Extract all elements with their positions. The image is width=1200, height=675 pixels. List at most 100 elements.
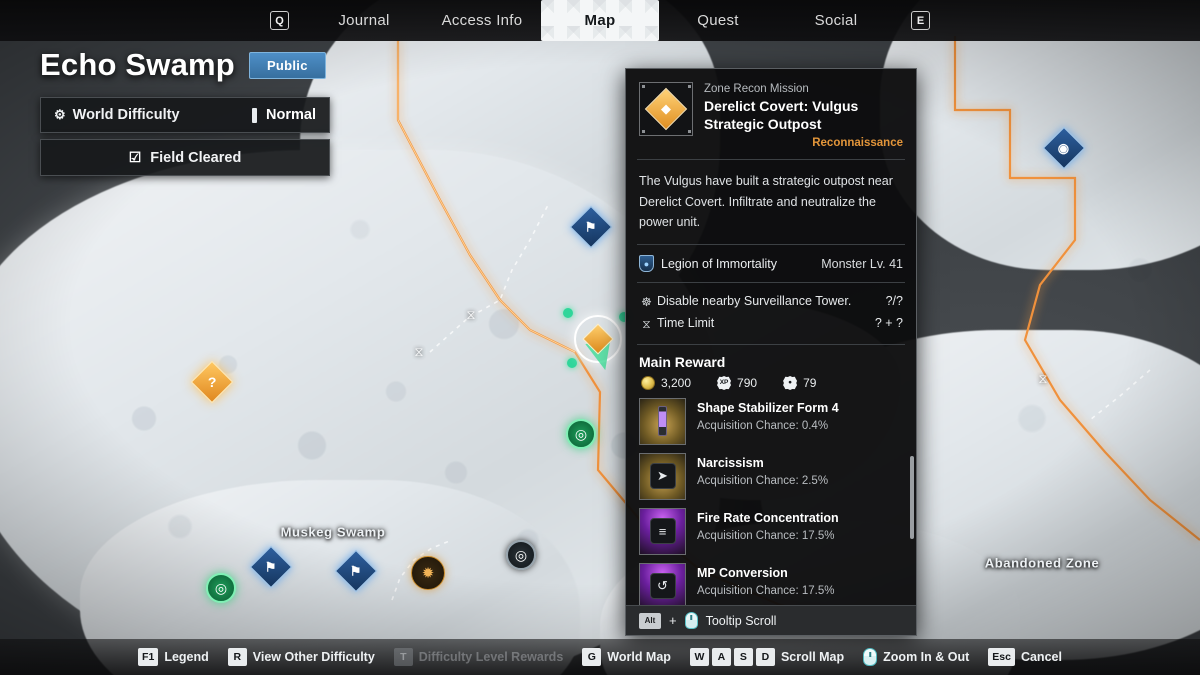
hint-label: Cancel <box>1021 650 1062 664</box>
signal-marker[interactable]: ◉ <box>1049 133 1079 163</box>
recon-mission-icon: ◆ <box>645 88 687 130</box>
mission-description: The Vulgus have built a strategic outpos… <box>626 160 916 244</box>
surveillance-tower-icon: ⧖ <box>466 307 475 323</box>
token-badge-icon: ● <box>783 376 797 390</box>
mission-kicker: Zone Recon Mission <box>704 82 903 97</box>
module-chip-icon: ≡ <box>650 518 676 544</box>
objective-icon: ☸ <box>639 292 654 313</box>
mission-tooltip-panel: ◆ Zone Recon Mission Derelict Covert: Vu… <box>625 68 917 636</box>
map-region-label: Muskeg Swamp <box>281 525 386 540</box>
reward-item-chance: Acquisition Chance: 17.5% <box>697 530 839 542</box>
hint-label: Scroll Map <box>781 650 844 664</box>
reward-item-chance: Acquisition Chance: 17.5% <box>697 585 834 597</box>
field-cleared-group: ☑ Field Cleared <box>129 149 242 166</box>
wasd-key-group: WASD <box>690 648 775 666</box>
difficulty-level-bar-icon <box>252 108 257 123</box>
hint-view-other-difficulty[interactable]: RView Other Difficulty <box>228 648 375 666</box>
outpost-marker-active[interactable]: ◎ <box>566 419 596 449</box>
reward-item-icon: ≡ <box>639 508 686 555</box>
mission-marker-unknown[interactable]: ? <box>197 367 227 397</box>
mission-header: ◆ Zone Recon Mission Derelict Covert: Vu… <box>626 69 916 159</box>
rewards-header: Main Reward <box>626 345 916 375</box>
compass-marker[interactable]: ✹ <box>411 556 445 590</box>
marker-glyph-icon: ⚑ <box>350 565 362 578</box>
currency-token: ● 79 <box>783 376 816 390</box>
tooltip-scroll-label: Tooltip Scroll <box>706 614 777 628</box>
key-cap: F1 <box>138 648 158 666</box>
objective-value: ?/? <box>886 291 903 313</box>
tooltip-scrollbar-thumb[interactable] <box>910 456 914 539</box>
mission-header-text: Zone Recon Mission Derelict Covert: Vulg… <box>704 82 903 149</box>
hint-scroll-map[interactable]: WASD Scroll Map <box>690 648 844 666</box>
currency-value: 790 <box>737 376 757 390</box>
hint-legend[interactable]: F1 Legend <box>138 648 209 666</box>
reward-item-text: NarcissismAcquisition Chance: 2.5% <box>697 453 828 487</box>
currency-value: 79 <box>803 376 816 390</box>
nav-next-key[interactable]: E <box>911 11 930 30</box>
map-region-label: Abandoned Zone <box>985 556 1100 571</box>
reward-item[interactable]: ➤ NarcissismAcquisition Chance: 2.5% <box>639 453 903 500</box>
world-difficulty-label: World Difficulty <box>73 107 180 123</box>
currency-xp: XP 790 <box>717 376 757 390</box>
key-cap: S <box>734 648 753 666</box>
outpost-marker-active[interactable]: ◎ <box>206 573 236 603</box>
reward-item[interactable]: Shape Stabilizer Form 4Acquisition Chanc… <box>639 398 903 445</box>
hint-difficulty-level-rewards[interactable]: T Difficulty Level Rewards <box>394 648 564 666</box>
tab-access-info[interactable]: Access Info <box>423 0 541 41</box>
faction-group: ● Legion of Immortality <box>639 255 777 272</box>
gold-coin-icon <box>641 376 655 390</box>
world-difficulty-value-group: Normal <box>252 107 316 123</box>
world-difficulty-value: Normal <box>266 107 316 123</box>
key-cap: T <box>394 648 413 666</box>
map-screen: ?⚑⚑⚑◉◎◎◎✹ Muskeg SwampAbandoned Zone ⧖⧖⧖… <box>0 0 1200 675</box>
reward-scroll-area[interactable]: Shape Stabilizer Form 4Acquisition Chanc… <box>626 398 916 605</box>
tooltip-scrollbar[interactable] <box>910 398 914 605</box>
bookmark-marker[interactable]: ⚑ <box>576 212 606 242</box>
nav-prev-key[interactable]: Q <box>270 11 289 30</box>
tab-map[interactable]: Map <box>541 0 659 41</box>
top-navigation-bar: Q JournalAccess InfoMapQuestSocial E <box>0 0 1200 41</box>
marker-glyph-icon: ◎ <box>575 426 587 443</box>
status-badge[interactable]: Public <box>249 52 326 79</box>
objective-text: Disable nearby Surveillance Tower. <box>657 291 851 313</box>
objective-row: ⧖Time Limit? + ? <box>639 313 903 335</box>
tab-quest[interactable]: Quest <box>659 0 777 41</box>
marker-glyph-icon: ⚑ <box>265 561 277 574</box>
outpost-marker-inactive[interactable]: ◎ <box>506 540 536 570</box>
stabilizer-vial-icon <box>658 406 667 436</box>
hint-label: Difficulty Level Rewards <box>419 650 564 664</box>
reward-item-icon <box>639 398 686 445</box>
reward-item-chance: Acquisition Chance: 2.5% <box>697 475 828 487</box>
hint-world-map[interactable]: GWorld Map <box>582 648 671 666</box>
world-difficulty-row[interactable]: ⚙ World Difficulty Normal <box>40 97 330 133</box>
hint-zoom-in-out[interactable]: Zoom In & Out <box>863 648 969 666</box>
tab-journal[interactable]: Journal <box>305 0 423 41</box>
hint-label: Legend <box>164 650 208 664</box>
bookmark-marker[interactable]: ⚑ <box>341 556 371 586</box>
reward-item[interactable]: ↺MP ConversionAcquisition Chance: 17.5% <box>639 563 903 605</box>
tooltip-footer-hint: Alt + Tooltip Scroll <box>626 605 916 635</box>
objective-icon: ⧖ <box>639 314 654 335</box>
hint-cancel[interactable]: Esc Cancel <box>988 648 1062 666</box>
nearby-signal-dot-icon <box>563 308 573 318</box>
field-cleared-row[interactable]: ☑ Field Cleared <box>40 139 330 176</box>
reward-item-name: Fire Rate Concentration <box>697 511 839 527</box>
key-cap: Esc <box>988 648 1015 666</box>
mission-icon-frame: ◆ <box>639 82 693 136</box>
nav-tab-list: JournalAccess InfoMapQuestSocial <box>305 0 895 41</box>
reward-item-icon: ➤ <box>639 453 686 500</box>
reward-currency-row: 3,200XP790●79 <box>626 375 916 398</box>
xp-badge-icon: XP <box>717 376 731 390</box>
marker-glyph-icon: ◎ <box>515 547 527 564</box>
tab-social[interactable]: Social <box>777 0 895 41</box>
key-cap: D <box>756 648 775 666</box>
mouse-wheel-icon <box>863 648 877 666</box>
objective-row: ☸Disable nearby Surveillance Tower. ?/? <box>639 291 903 313</box>
compass-rose-icon: ✹ <box>422 564 435 582</box>
zone-title-row: Echo Swamp Public <box>40 47 330 83</box>
reward-item-text: Fire Rate Concentration Acquisition Chanc… <box>697 508 839 542</box>
checkbox-checked-icon: ☑ <box>129 149 142 166</box>
reward-item[interactable]: ≡ Fire Rate Concentration Acquisition Chan… <box>639 508 903 555</box>
bookmark-marker[interactable]: ⚑ <box>256 552 286 582</box>
reward-item-chance: Acquisition Chance: 0.4% <box>697 420 839 432</box>
